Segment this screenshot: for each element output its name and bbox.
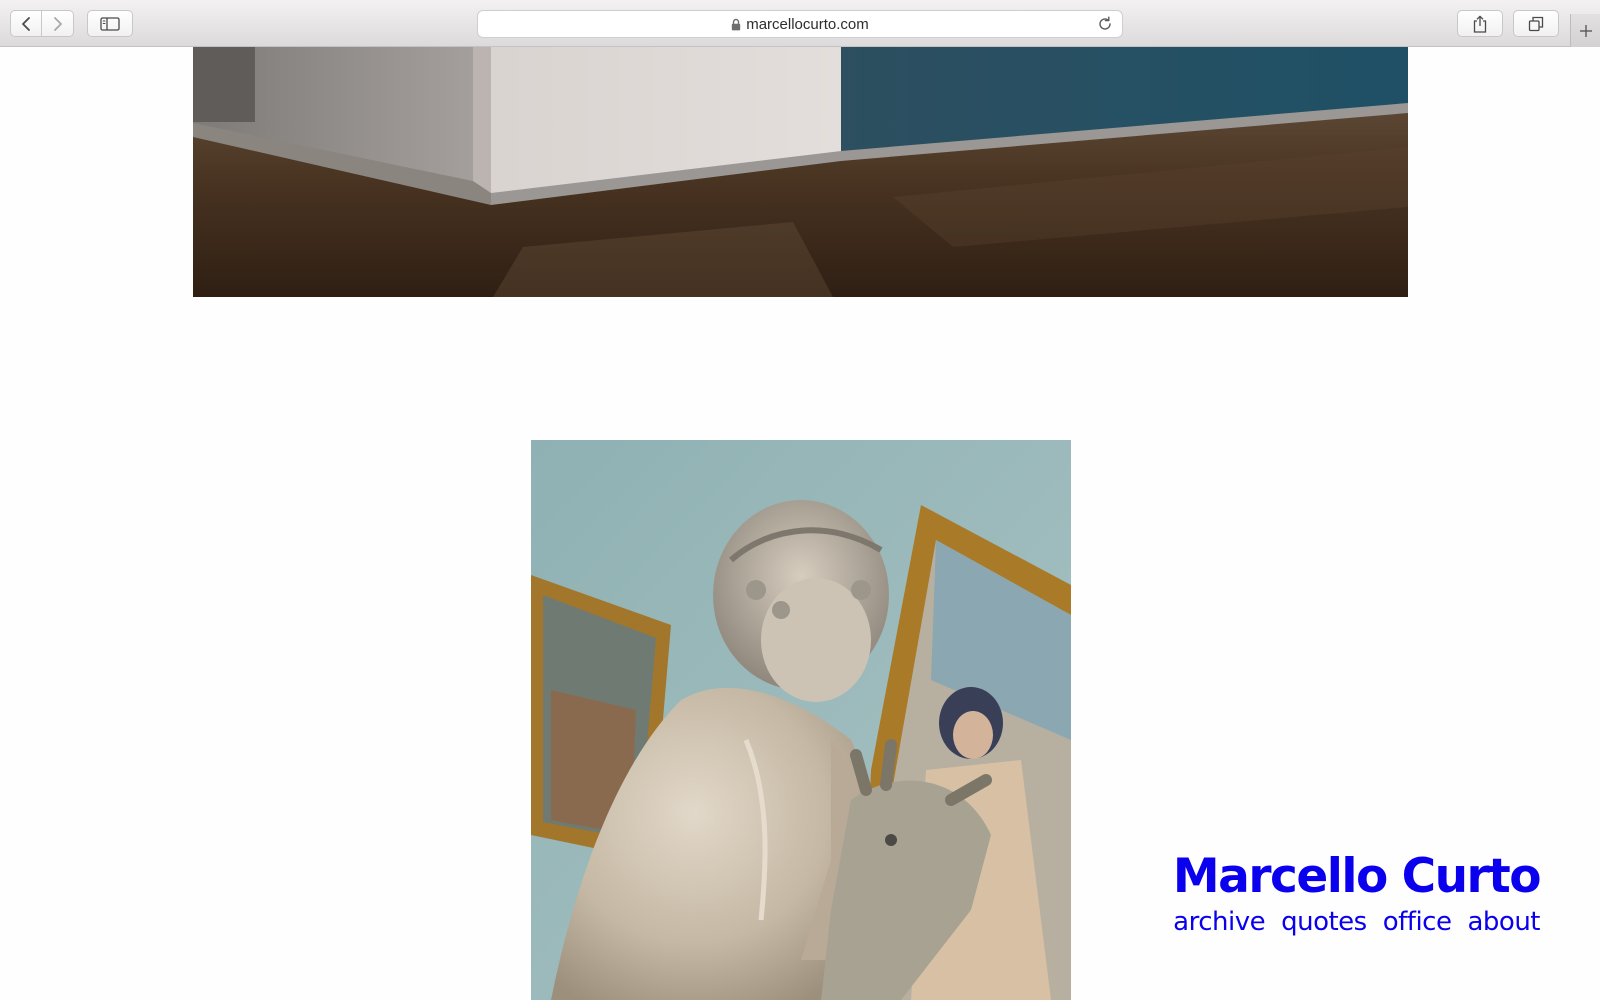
url-text: marcellocurto.com: [746, 15, 869, 33]
lock-icon: [732, 18, 741, 30]
gallery-interior-photo[interactable]: [193, 47, 1408, 297]
forward-button[interactable]: [42, 10, 74, 37]
back-button[interactable]: [10, 10, 42, 37]
site-header: Marcello Curto archive quotes office abo…: [1173, 852, 1542, 938]
sidebar-icon: [100, 16, 120, 31]
reload-icon[interactable]: [1097, 16, 1113, 32]
chevron-left-icon: [22, 16, 30, 31]
sidebar-toggle-button[interactable]: [87, 10, 133, 37]
new-tab-button[interactable]: [1570, 14, 1600, 47]
statue-image: [531, 440, 1071, 1000]
tabs-icon: [1528, 16, 1544, 31]
plus-icon: [1579, 24, 1592, 37]
browser-toolbar: marcellocurto.com: [0, 0, 1600, 47]
statue-photo[interactable]: [531, 440, 1071, 1000]
address-bar[interactable]: marcellocurto.com: [477, 10, 1123, 38]
site-nav: archive quotes office about: [1173, 906, 1540, 938]
tab-overview-button[interactable]: [1513, 10, 1559, 37]
chevron-right-icon: [53, 16, 62, 31]
nav-link-archive[interactable]: archive: [1173, 906, 1265, 938]
share-button[interactable]: [1457, 10, 1503, 37]
gallery-interior-image: [193, 47, 1408, 297]
site-title[interactable]: Marcello Curto: [1173, 852, 1542, 902]
nav-link-about[interactable]: about: [1467, 906, 1540, 938]
nav-link-quotes[interactable]: quotes: [1281, 906, 1367, 938]
nav-link-office[interactable]: office: [1383, 906, 1452, 938]
share-icon: [1473, 15, 1487, 33]
